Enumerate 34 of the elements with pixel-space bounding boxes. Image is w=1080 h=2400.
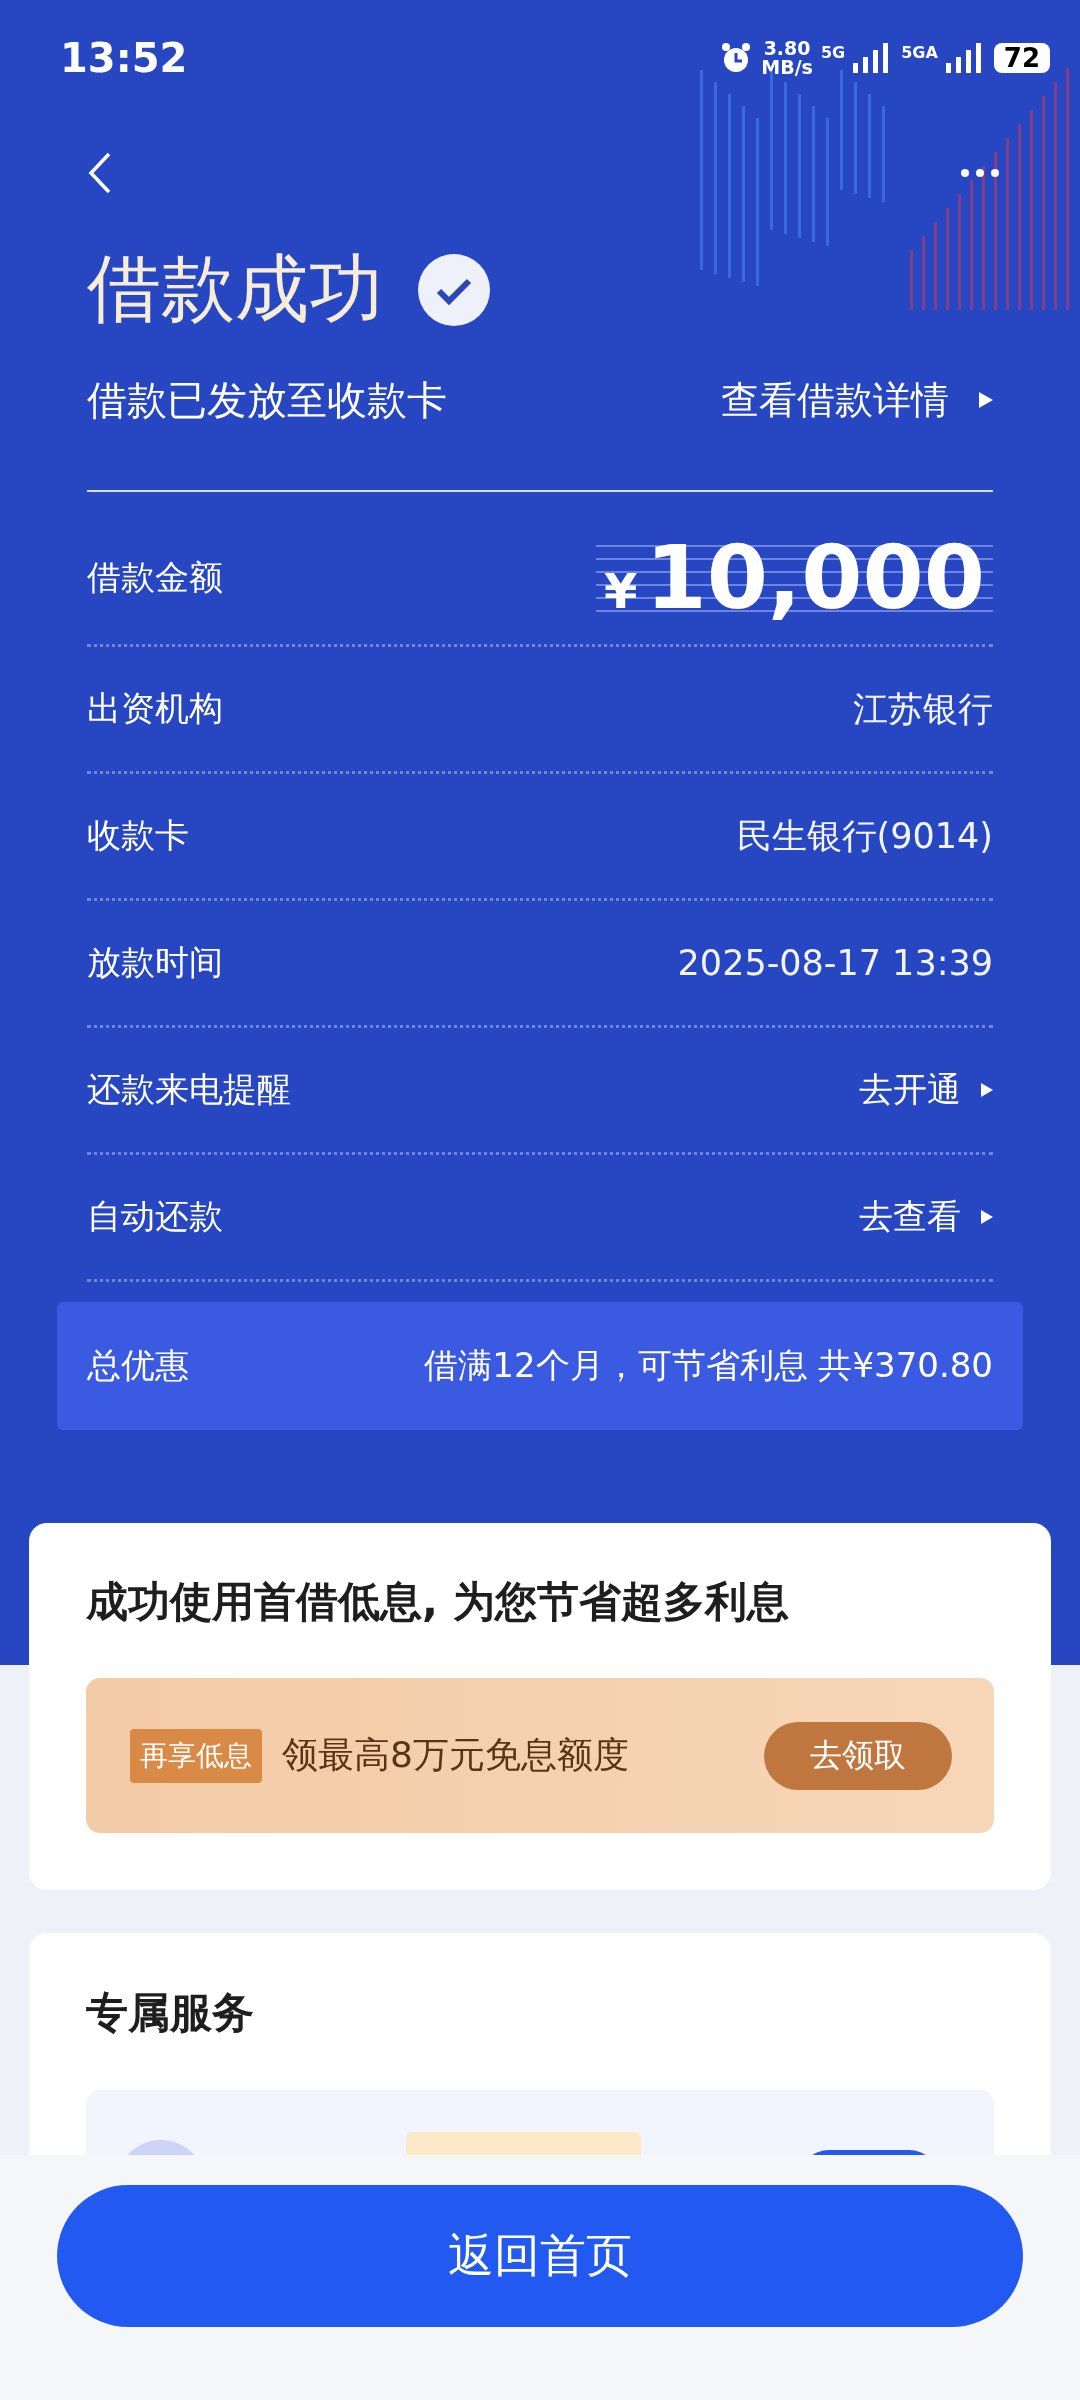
row-value: 2025-08-17 13:39 — [677, 943, 993, 983]
home-button[interactable]: 返回首页 — [57, 2185, 1023, 2327]
row-label: 收款卡 — [87, 814, 189, 857]
subtitle: 借款已发放至收款卡 — [87, 375, 447, 425]
page-title: 借款成功 — [87, 244, 383, 333]
row-label: 出资机构 — [87, 687, 223, 730]
triangle-icon — [981, 1210, 993, 1224]
promo-banner[interactable]: 再享低息 领最高8万元免息额度 去领取 — [86, 1678, 994, 1833]
row-link[interactable]: 去开通 — [859, 1067, 993, 1113]
card-title: 专属服务 — [86, 1987, 255, 2039]
network-type: 5G — [820, 42, 846, 62]
more-icon[interactable] — [960, 167, 1000, 178]
row-label: 自动还款 — [87, 1195, 223, 1238]
triangle-icon — [981, 1083, 993, 1097]
row-value: 民生银行(9014) — [736, 814, 993, 858]
discount-label: 总优惠 — [87, 1344, 189, 1387]
claim-button[interactable]: 去领取 — [764, 1721, 952, 1790]
clock: 13:52 — [60, 34, 188, 81]
promo-tag: 再享低息 — [130, 1728, 262, 1783]
promo-text: 领最高8万元免息额度 — [282, 1733, 630, 1777]
network-speed: 3.80 MB/s — [761, 38, 813, 77]
row-label: 借款金额 — [87, 556, 223, 599]
card-title: 成功使用首借低息, 为您节省超多利息 — [86, 1576, 790, 1628]
row-link[interactable]: 去查看 — [859, 1194, 993, 1240]
row-value: 江苏银行 — [853, 687, 993, 731]
row-label: 放款时间 — [87, 941, 223, 984]
triangle-icon — [979, 392, 993, 408]
network-type: 5GA — [901, 42, 938, 62]
check-icon — [417, 253, 491, 327]
loan-details-link[interactable]: 查看借款详情 — [721, 374, 993, 426]
battery-level: 72 — [993, 42, 1050, 73]
discount-value: 借满12个月，可节省利息 共¥370.80 — [424, 1344, 993, 1387]
row-label: 还款来电提醒 — [87, 1068, 291, 1111]
back-icon[interactable] — [87, 150, 113, 195]
